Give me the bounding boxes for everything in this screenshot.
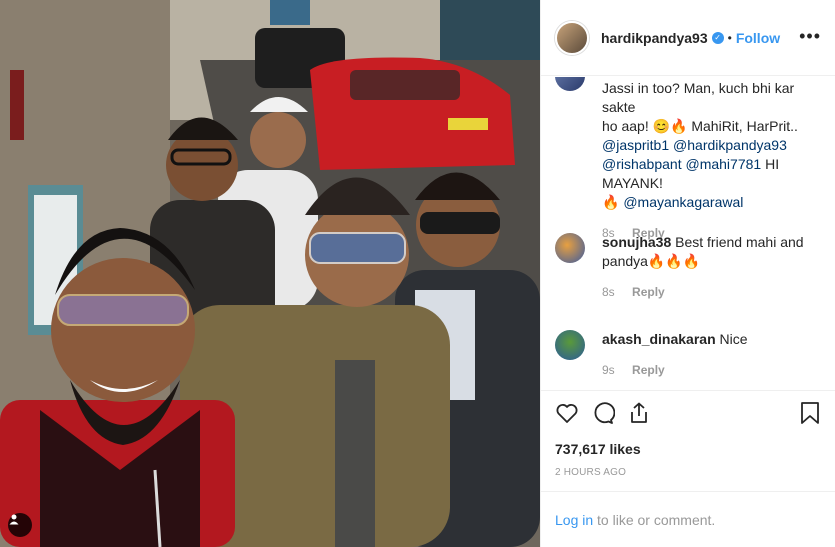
comment-avatar[interactable] — [555, 233, 585, 263]
reply-button[interactable]: Reply — [632, 285, 665, 299]
mention-link[interactable]: @mayankagarawal — [623, 194, 743, 210]
login-prompt-text: to like or comment. — [593, 512, 716, 528]
comment-age[interactable]: 8s — [602, 285, 615, 299]
mention-link[interactable]: @jaspritb1 — [602, 137, 669, 153]
likes-count[interactable]: 737,617 likes — [555, 441, 821, 457]
comment-text: pandya🔥🔥🔥 — [602, 253, 701, 269]
bookmark-icon[interactable] — [799, 401, 821, 430]
comment-text: ho aap! 😊🔥 MahiRit, HarPrit.. — [602, 118, 798, 134]
photo-illustration — [0, 0, 540, 547]
list-item: sonujha38 Best friend mahi and pandya🔥🔥🔥… — [555, 233, 823, 299]
fire-emoji: 🔥 — [602, 194, 620, 210]
reply-button[interactable]: Reply — [632, 363, 665, 377]
post-timestamp[interactable]: 2 HOURS AGO — [555, 467, 821, 478]
more-icon[interactable]: ••• — [799, 26, 821, 47]
comment-username[interactable]: sonujha38 — [602, 234, 671, 250]
comment-text: Jassi in too? Man, kuch bhi kar sakte — [602, 80, 795, 115]
post-actions: 737,617 likes 2 HOURS AGO — [541, 390, 835, 478]
comment-text: Best friend mahi and — [675, 234, 804, 250]
follow-button[interactable]: Follow — [736, 30, 780, 46]
list-item: akash_dinakaran Nice 9s Reply — [555, 330, 823, 377]
login-prompt: Log in to like or comment. — [541, 491, 835, 547]
verified-badge-icon: ✓ — [711, 31, 724, 44]
comment-age[interactable]: 9s — [602, 363, 615, 377]
comment-text: Nice — [719, 331, 748, 347]
mention-link[interactable]: @hardikpandya93 — [673, 137, 787, 153]
post-side-panel: hardikpandya93 ✓ • Follow ••• Jassi in t… — [540, 0, 835, 547]
post-photo[interactable] — [0, 0, 540, 547]
mention-link[interactable]: @rishabpant — [602, 156, 682, 172]
comment-username[interactable]: akash_dinakaran — [602, 331, 716, 347]
mention-link[interactable]: @mahi7781 — [685, 156, 761, 172]
comments-list[interactable]: Jassi in too? Man, kuch bhi kar sakte ho… — [541, 77, 835, 390]
comment-icon[interactable] — [591, 401, 616, 430]
post-header: hardikpandya93 ✓ • Follow ••• — [541, 0, 835, 76]
login-link[interactable]: Log in — [555, 512, 593, 528]
comment-avatar[interactable] — [555, 330, 585, 360]
header-separator: • — [727, 30, 732, 45]
header-username[interactable]: hardikpandya93 — [601, 30, 708, 46]
share-icon[interactable] — [627, 401, 651, 430]
avatar[interactable] — [555, 20, 589, 55]
heart-icon[interactable] — [555, 401, 579, 430]
user-tag-icon[interactable] — [8, 513, 32, 537]
list-item: Jassi in too? Man, kuch bhi kar sakte ho… — [555, 79, 823, 240]
